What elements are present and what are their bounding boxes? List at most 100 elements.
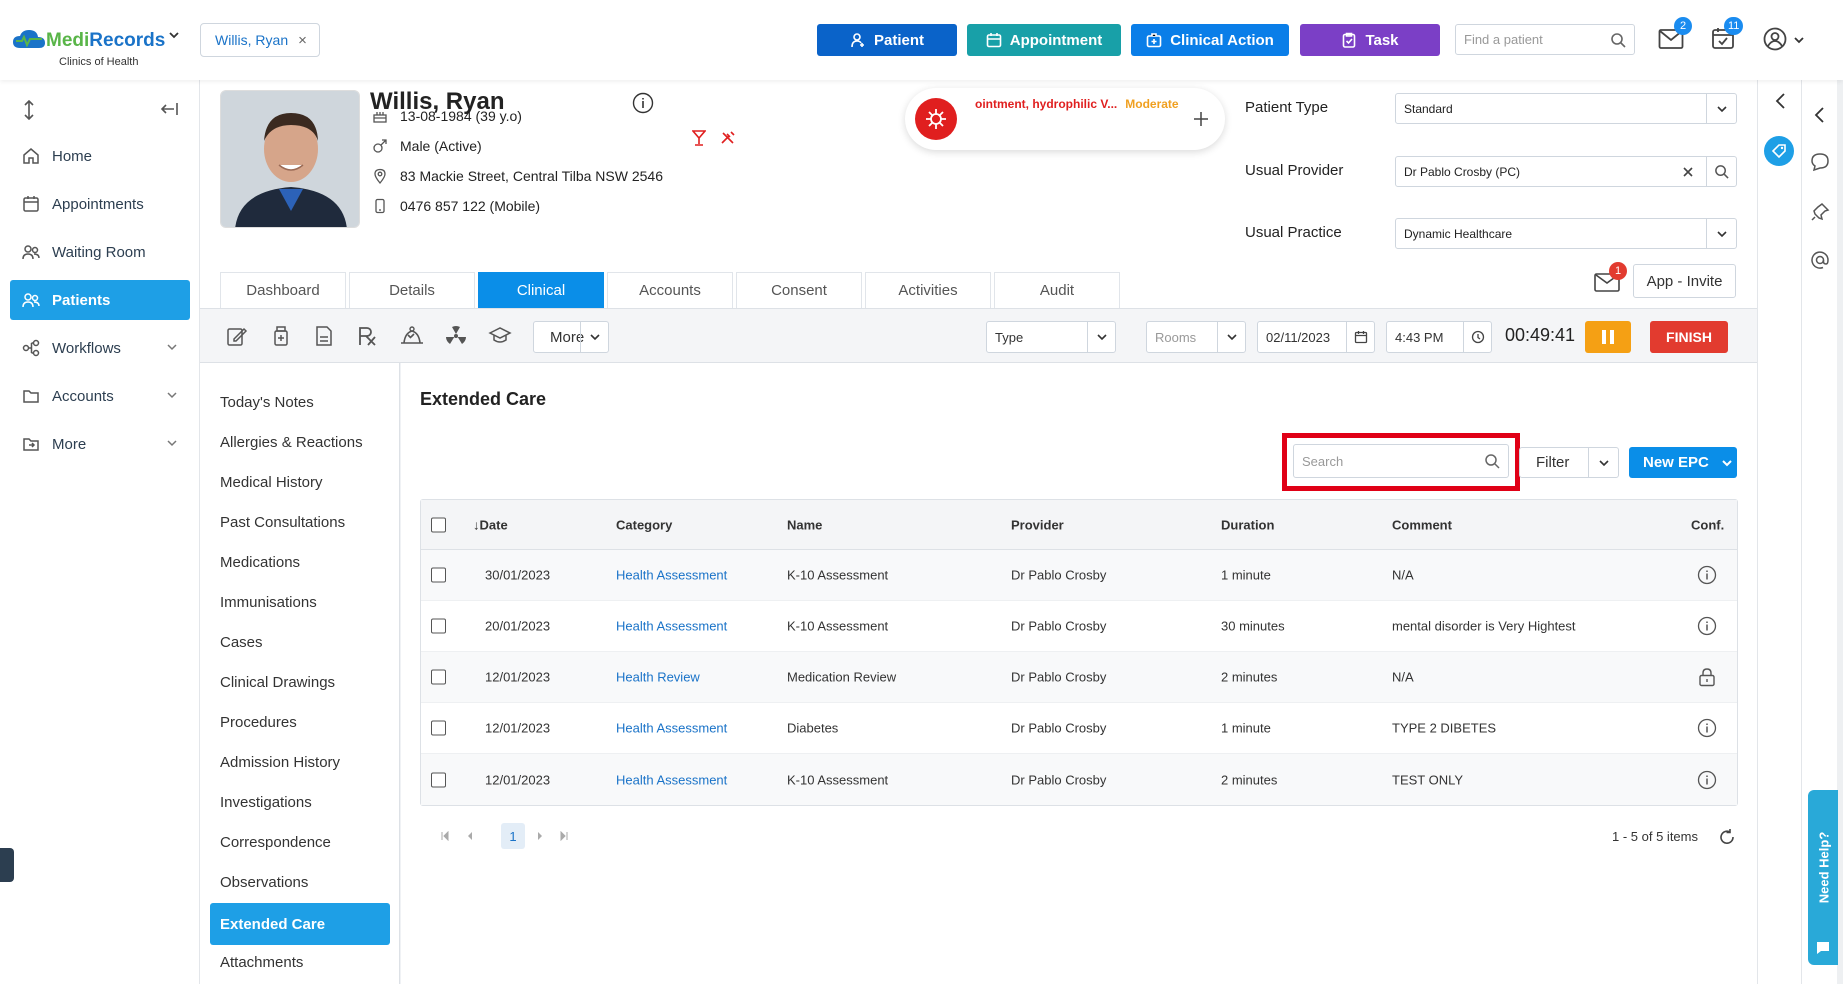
tab-accounts[interactable]: Accounts [607, 272, 733, 308]
tab-audit[interactable]: Audit [994, 272, 1120, 308]
usual-provider-field[interactable]: Dr Pablo Crosby (PC) [1395, 156, 1737, 187]
finish-button[interactable]: FINISH [1650, 321, 1728, 353]
more-tools-dropdown[interactable]: More [533, 321, 609, 353]
pause-button[interactable] [1585, 321, 1631, 353]
tag-icon[interactable] [1764, 136, 1794, 166]
pin-icon[interactable] [1810, 202, 1830, 222]
rooms-select[interactable]: Rooms [1146, 321, 1246, 353]
tab-activities[interactable]: Activities [865, 272, 991, 308]
first-page-icon[interactable] [440, 831, 450, 841]
clinical-nav-allergies[interactable]: Allergies & Reactions [210, 423, 390, 461]
medication-bottle-icon[interactable] [270, 325, 292, 347]
info-icon[interactable] [1697, 565, 1717, 585]
chevron-down-icon[interactable] [1706, 219, 1736, 248]
clinical-nav-immunisations[interactable]: Immunisations [210, 583, 390, 621]
table-row[interactable]: 12/01/2023 Health Review Medication Revi… [421, 652, 1737, 703]
row-category-link[interactable]: Health Assessment [616, 721, 727, 736]
row-checkbox[interactable] [431, 772, 446, 787]
chevron-left-icon[interactable] [1773, 92, 1787, 110]
allergy-alert[interactable]: ointment, hydrophilic V... Moderate [905, 88, 1225, 150]
new-task-button[interactable]: Task [1300, 24, 1440, 56]
app-invite-button[interactable]: App - Invite [1633, 264, 1736, 298]
lock-icon[interactable] [1698, 667, 1716, 687]
mention-icon[interactable] [1810, 250, 1830, 270]
patient-type-select[interactable]: Standard [1395, 93, 1737, 124]
alcohol-icon[interactable] [692, 130, 706, 146]
new-appointment-button[interactable]: Appointment [967, 24, 1121, 56]
tab-details[interactable]: Details [349, 272, 475, 308]
column-comment-header[interactable]: Comment [1392, 517, 1452, 532]
search-input[interactable]: Search [1293, 444, 1509, 478]
refresh-icon[interactable] [1718, 828, 1736, 846]
time-picker[interactable]: 4:43 PM [1386, 321, 1492, 353]
tab-clinical[interactable]: Clinical [478, 272, 604, 308]
clinical-nav-cases[interactable]: Cases [210, 623, 390, 661]
row-category-link[interactable]: Health Assessment [616, 619, 727, 634]
pathology-icon[interactable] [399, 325, 425, 347]
no-smoking-icon[interactable] [720, 130, 736, 146]
tab-consent[interactable]: Consent [736, 272, 862, 308]
clinical-nav-procedures[interactable]: Procedures [210, 703, 390, 741]
column-name-header[interactable]: Name [787, 517, 822, 532]
clock-icon[interactable] [1463, 322, 1491, 352]
drawer-handle[interactable] [0, 848, 14, 882]
calendar-icon[interactable] [1346, 322, 1374, 352]
clinical-nav-past-consultations[interactable]: Past Consultations [210, 503, 390, 541]
date-picker[interactable]: 02/11/2023 [1257, 321, 1375, 353]
sidebar-item-workflows[interactable]: Workflows [10, 328, 190, 368]
clear-icon[interactable] [1682, 166, 1694, 178]
page-number-current[interactable]: 1 [501, 823, 525, 849]
filter-button[interactable]: Filter [1519, 447, 1619, 478]
document-icon[interactable] [313, 325, 335, 347]
last-page-icon[interactable] [559, 831, 569, 841]
row-category-link[interactable]: Health Assessment [616, 772, 727, 787]
clinical-nav-clinical-drawings[interactable]: Clinical Drawings [210, 663, 390, 701]
new-patient-button[interactable]: Patient [817, 24, 957, 56]
open-patient-chip[interactable]: Willis, Ryan × [200, 23, 320, 57]
clinical-nav-correspondence[interactable]: Correspondence [210, 823, 390, 861]
usual-practice-select[interactable]: Dynamic Healthcare [1395, 218, 1737, 249]
info-icon[interactable] [1697, 616, 1717, 636]
info-icon[interactable] [1697, 718, 1717, 738]
sidebar-item-more[interactable]: More [10, 424, 190, 464]
sidebar-item-home[interactable]: Home [10, 136, 190, 176]
user-avatar-icon[interactable] [1763, 27, 1787, 51]
clinical-nav-attachments[interactable]: Attachments [210, 943, 390, 981]
sidebar-item-patients[interactable]: Patients [10, 280, 190, 320]
chevron-down-icon[interactable] [1793, 35, 1805, 45]
chevron-down-icon[interactable] [1706, 94, 1736, 123]
chevron-down-icon[interactable] [580, 322, 608, 352]
clinical-nav-observations[interactable]: Observations [210, 863, 390, 901]
clinical-nav-investigations[interactable]: Investigations [210, 783, 390, 821]
clinical-nav-extended-care[interactable]: Extended Care [210, 903, 390, 945]
column-duration-header[interactable]: Duration [1221, 517, 1274, 532]
column-category-header[interactable]: Category [616, 517, 672, 532]
chevron-down-icon[interactable] [1087, 322, 1115, 352]
info-icon[interactable] [1697, 770, 1717, 790]
chevron-down-icon[interactable] [1217, 322, 1245, 352]
find-patient-input[interactable]: Find a patient [1455, 24, 1635, 55]
radiation-icon[interactable] [445, 325, 467, 347]
select-all-checkbox[interactable] [431, 517, 446, 532]
column-date-header[interactable]: ↓Date [473, 517, 508, 532]
prescription-icon[interactable] [356, 325, 378, 347]
table-row[interactable]: 20/01/2023 Health Assessment K-10 Assess… [421, 601, 1737, 652]
sidebar-item-waiting-room[interactable]: Waiting Room [10, 232, 190, 272]
sidebar-item-accounts[interactable]: Accounts [10, 376, 190, 416]
close-icon[interactable]: × [298, 32, 307, 49]
row-checkbox[interactable] [431, 618, 446, 634]
column-provider-header[interactable]: Provider [1011, 517, 1064, 532]
table-row[interactable]: 12/01/2023 Health Assessment Diabetes Dr… [421, 703, 1737, 754]
clinical-nav-todays-notes[interactable]: Today's Notes [210, 383, 390, 421]
add-icon[interactable] [1192, 110, 1210, 128]
education-icon[interactable] [488, 325, 512, 347]
row-category-link[interactable]: Health Review [616, 670, 700, 685]
clinical-action-button[interactable]: Clinical Action [1131, 24, 1289, 56]
previous-page-icon[interactable] [465, 831, 475, 841]
next-page-icon[interactable] [535, 831, 545, 841]
brand-logo[interactable]: MediRecords Clinics of Health [12, 22, 187, 72]
chevron-down-icon[interactable] [1588, 448, 1618, 477]
search-icon[interactable] [1610, 32, 1626, 48]
row-category-link[interactable]: Health Assessment [616, 568, 727, 583]
sidebar-item-appointments[interactable]: Appointments [10, 184, 190, 224]
